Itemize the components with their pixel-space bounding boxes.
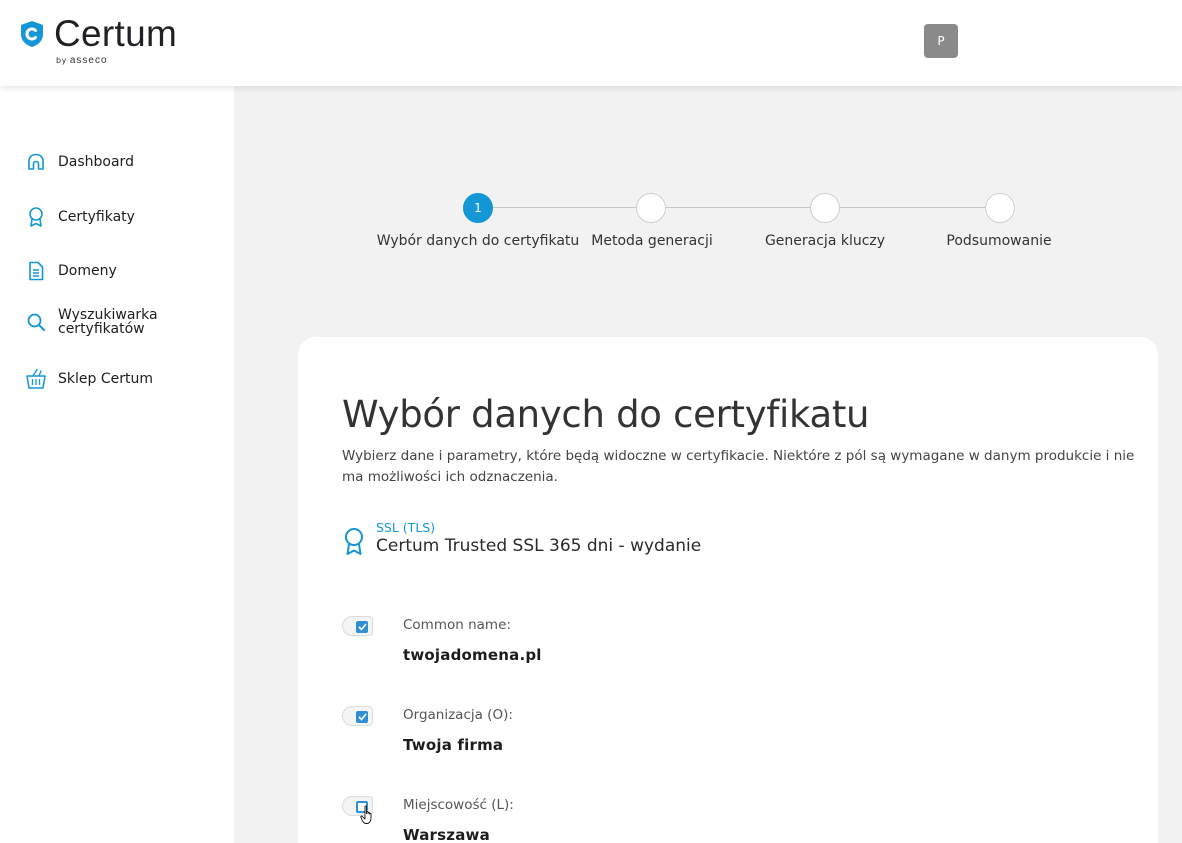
basket-icon xyxy=(24,367,48,391)
progress-stepper: 1 Wybór danych do certyfikatu Metoda gen… xyxy=(234,86,1182,286)
user-avatar[interactable]: P xyxy=(924,24,958,58)
award-icon xyxy=(24,205,48,229)
top-header: Certum by asseco P xyxy=(0,0,1182,86)
sidebar-item-label: Domeny xyxy=(58,262,117,279)
step-connector xyxy=(840,207,985,208)
field-toggle[interactable] xyxy=(342,706,373,726)
field-toggle[interactable] xyxy=(342,796,373,824)
organization-checkbox[interactable] xyxy=(356,711,368,723)
sidebar-item-label: Wyszukiwarka certyfikatów xyxy=(58,307,158,337)
field-label: Organizacja (O): xyxy=(403,707,513,723)
step-1-label: Wybór danych do certyfikatu xyxy=(376,233,580,249)
field-value: twojadomena.pl xyxy=(403,646,542,664)
sidebar-item-certyfikaty[interactable]: Certyfikaty xyxy=(24,205,135,229)
sidebar-item-label: Dashboard xyxy=(58,153,134,170)
check-icon xyxy=(357,623,367,631)
search-icon xyxy=(24,310,48,334)
product-name: Certum Trusted SSL 365 dni - wydanie xyxy=(376,536,702,556)
sidebar-item-label: Certyfikaty xyxy=(58,208,135,225)
sidebar-item-sklep[interactable]: Sklep Certum xyxy=(24,367,153,391)
step-3-circle xyxy=(810,193,840,223)
data-selection-card: Wybór danych do certyfikatu Wybierz dane… xyxy=(298,337,1158,843)
award-icon xyxy=(345,528,363,555)
step-2-circle xyxy=(636,193,666,223)
step-4-label: Podsumowanie xyxy=(946,233,1052,249)
step-3-label: Generacja kluczy xyxy=(764,233,886,249)
logo-brand: asseco xyxy=(69,55,108,66)
sidebar-item-domeny[interactable]: Domeny xyxy=(24,259,117,283)
shield-logo-icon xyxy=(21,21,43,47)
logo-wordmark: Certum xyxy=(54,13,178,54)
logo-by-text: by xyxy=(56,56,67,65)
page-title: Wybór danych do certyfikatu xyxy=(342,393,870,436)
document-icon xyxy=(24,259,48,283)
certum-logo[interactable]: Certum by asseco xyxy=(19,14,177,66)
hand-cursor-icon xyxy=(360,805,372,824)
sidebar-item-label: Sklep Certum xyxy=(58,370,153,387)
sidebar-item-dashboard[interactable]: Dashboard xyxy=(24,150,134,174)
field-value: Twoja firma xyxy=(403,736,504,754)
product-info: SSL (TLS) Certum Trusted SSL 365 dni - w… xyxy=(342,521,701,557)
step-1-circle: 1 xyxy=(463,193,493,223)
step-4-circle xyxy=(985,193,1015,223)
field-value: Warszawa xyxy=(403,826,490,843)
step-2-label: Metoda generacji xyxy=(591,233,713,249)
main-content: 1 Wybór danych do certyfikatu Metoda gen… xyxy=(234,86,1182,843)
field-label: Miejscowość (L): xyxy=(403,797,514,813)
field-label: Common name: xyxy=(403,617,511,633)
home-icon xyxy=(24,150,48,174)
step-connector xyxy=(492,207,636,208)
product-type: SSL (TLS) xyxy=(376,520,436,535)
field-toggle[interactable] xyxy=(342,616,373,636)
step-connector xyxy=(666,207,810,208)
sidebar: Dashboard Certyfikaty Domeny Wyszukiwark… xyxy=(0,86,234,843)
check-icon xyxy=(357,713,367,721)
sidebar-item-wyszukiwarka[interactable]: Wyszukiwarka certyfikatów xyxy=(24,308,178,336)
logo-byline: by asseco xyxy=(56,55,177,66)
common-name-checkbox[interactable] xyxy=(356,621,368,633)
page-description: Wybierz dane i parametry, które będą wid… xyxy=(342,448,1135,485)
